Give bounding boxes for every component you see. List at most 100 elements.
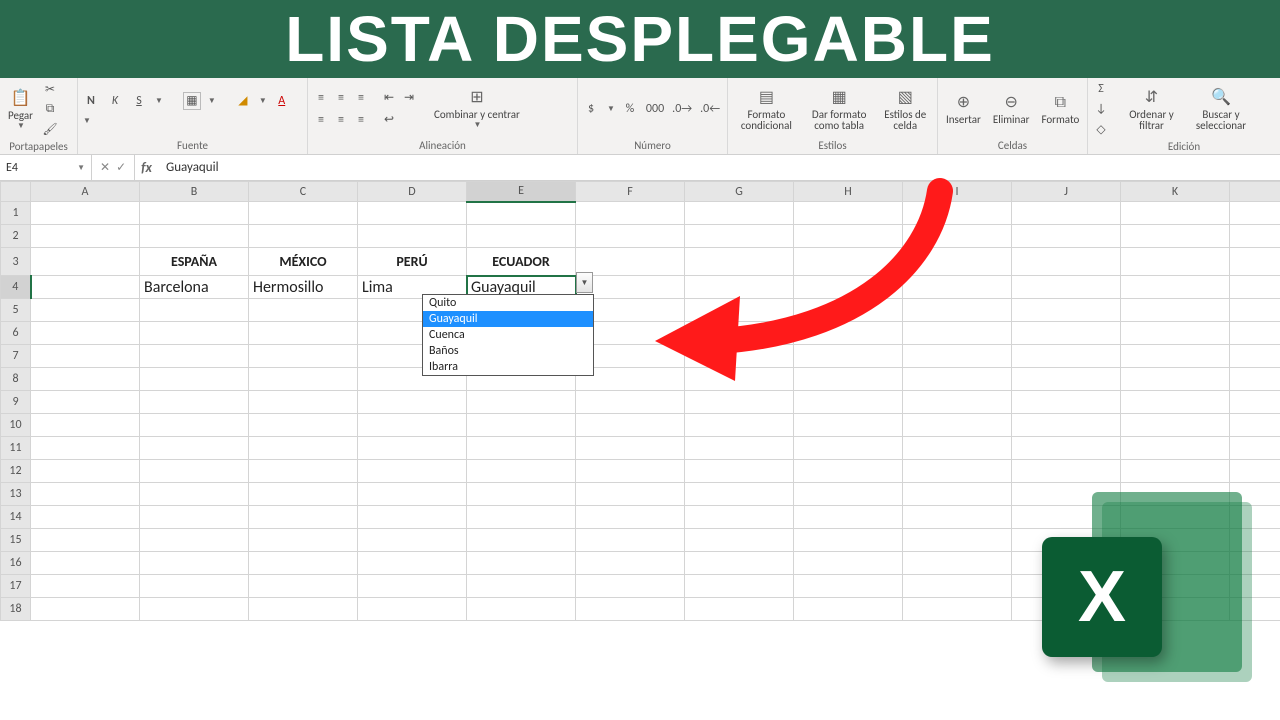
- cell[interactable]: [1121, 248, 1230, 276]
- row-header[interactable]: 7: [1, 345, 31, 368]
- row-header[interactable]: 9: [1, 391, 31, 414]
- delete-button[interactable]: ⊖ Eliminar: [989, 90, 1034, 127]
- cell[interactable]: [140, 345, 249, 368]
- col-header[interactable]: J: [1012, 182, 1121, 202]
- row-header[interactable]: 14: [1, 506, 31, 529]
- row-header[interactable]: 12: [1, 460, 31, 483]
- cell[interactable]: [1012, 414, 1121, 437]
- cell[interactable]: [31, 414, 140, 437]
- cell[interactable]: [140, 437, 249, 460]
- dropdown-item[interactable]: Quito: [423, 295, 593, 311]
- cell[interactable]: [31, 202, 140, 225]
- cell[interactable]: [358, 575, 467, 598]
- cell[interactable]: [467, 202, 576, 225]
- cell[interactable]: [576, 202, 685, 225]
- row-header[interactable]: 15: [1, 529, 31, 552]
- cell[interactable]: [794, 483, 903, 506]
- cell[interactable]: [685, 299, 794, 322]
- cell[interactable]: [31, 276, 140, 299]
- cell[interactable]: [31, 391, 140, 414]
- cell[interactable]: [358, 391, 467, 414]
- cell[interactable]: [794, 276, 903, 299]
- cell[interactable]: [903, 506, 1012, 529]
- cell[interactable]: [249, 414, 358, 437]
- cell[interactable]: [685, 529, 794, 552]
- cell[interactable]: [903, 529, 1012, 552]
- cell[interactable]: [31, 345, 140, 368]
- cell[interactable]: [1230, 460, 1280, 483]
- cell[interactable]: [903, 414, 1012, 437]
- cell[interactable]: [1230, 368, 1280, 391]
- align-top-button[interactable]: ≡: [312, 89, 330, 107]
- cell[interactable]: [1230, 276, 1280, 299]
- col-header[interactable]: K: [1121, 182, 1230, 202]
- cell[interactable]: [576, 437, 685, 460]
- cell[interactable]: [140, 552, 249, 575]
- cell[interactable]: [903, 276, 1012, 299]
- cell[interactable]: [576, 391, 685, 414]
- cell[interactable]: [794, 391, 903, 414]
- cell[interactable]: [140, 483, 249, 506]
- cell[interactable]: [249, 437, 358, 460]
- cell[interactable]: [685, 202, 794, 225]
- cell[interactable]: [576, 414, 685, 437]
- cell[interactable]: [685, 368, 794, 391]
- cell[interactable]: [1012, 437, 1121, 460]
- cell[interactable]: [576, 225, 685, 248]
- align-left-button[interactable]: ≡: [312, 111, 330, 129]
- cell[interactable]: [1012, 345, 1121, 368]
- cell[interactable]: [140, 575, 249, 598]
- fill-color-button[interactable]: ◢: [234, 92, 252, 110]
- find-select-button[interactable]: 🔍 Buscar y seleccionar: [1187, 85, 1255, 133]
- cell[interactable]: [140, 225, 249, 248]
- cell[interactable]: [794, 225, 903, 248]
- cell[interactable]: [249, 552, 358, 575]
- cell[interactable]: [358, 529, 467, 552]
- cell[interactable]: [467, 575, 576, 598]
- cell[interactable]: [685, 414, 794, 437]
- row-header[interactable]: 6: [1, 322, 31, 345]
- border-button[interactable]: ▦: [183, 92, 201, 110]
- cell[interactable]: [903, 598, 1012, 621]
- cell[interactable]: [31, 529, 140, 552]
- cell[interactable]: [794, 598, 903, 621]
- cell[interactable]: [903, 345, 1012, 368]
- cell[interactable]: [1121, 276, 1230, 299]
- cell[interactable]: [685, 276, 794, 299]
- cell[interactable]: Barcelona: [140, 276, 249, 299]
- cell[interactable]: [1012, 202, 1121, 225]
- cell[interactable]: [1230, 322, 1280, 345]
- cell[interactable]: [31, 248, 140, 276]
- col-header[interactable]: A: [31, 182, 140, 202]
- cell[interactable]: [794, 529, 903, 552]
- cell[interactable]: [467, 414, 576, 437]
- cell[interactable]: [140, 299, 249, 322]
- cell[interactable]: [31, 506, 140, 529]
- cell[interactable]: [1121, 460, 1230, 483]
- cell[interactable]: [794, 345, 903, 368]
- format-painter-button[interactable]: 🖌: [41, 120, 59, 138]
- cell[interactable]: [903, 225, 1012, 248]
- col-header[interactable]: E: [467, 182, 576, 202]
- cell[interactable]: [249, 299, 358, 322]
- cell[interactable]: [685, 345, 794, 368]
- cell[interactable]: [140, 391, 249, 414]
- cell[interactable]: [794, 299, 903, 322]
- col-header[interactable]: B: [140, 182, 249, 202]
- row-header[interactable]: 8: [1, 368, 31, 391]
- cell[interactable]: [903, 575, 1012, 598]
- cell[interactable]: [1121, 368, 1230, 391]
- cell[interactable]: [140, 414, 249, 437]
- cell[interactable]: [249, 460, 358, 483]
- cell[interactable]: [685, 483, 794, 506]
- cell[interactable]: [576, 483, 685, 506]
- cell[interactable]: [685, 460, 794, 483]
- col-header[interactable]: G: [685, 182, 794, 202]
- cell[interactable]: [685, 322, 794, 345]
- cell[interactable]: [1230, 345, 1280, 368]
- cell[interactable]: [685, 598, 794, 621]
- cell[interactable]: [794, 202, 903, 225]
- cell[interactable]: [903, 460, 1012, 483]
- cell[interactable]: [903, 391, 1012, 414]
- cell[interactable]: [140, 598, 249, 621]
